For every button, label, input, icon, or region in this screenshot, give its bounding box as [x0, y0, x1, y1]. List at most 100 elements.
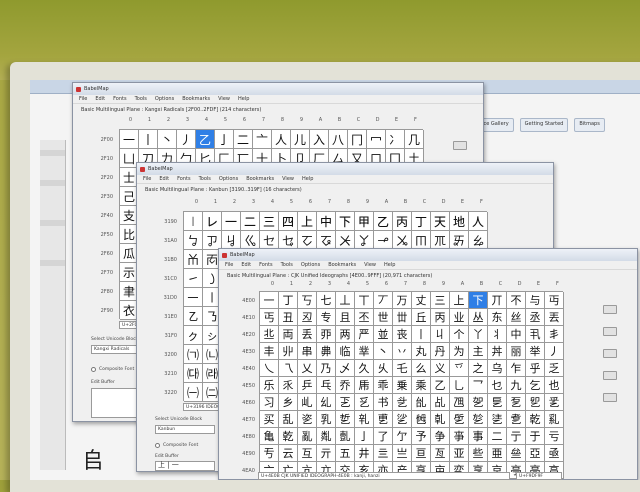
char-cell[interactable]: 丑 — [279, 309, 298, 326]
char-cell[interactable]: ㆙ — [355, 212, 374, 231]
char-cell[interactable]: 乵 — [355, 411, 374, 428]
char-cell[interactable]: 么 — [412, 360, 431, 377]
char-cell[interactable]: 乖 — [374, 377, 393, 394]
char-cell[interactable]: 丶 — [158, 130, 177, 149]
char-cell[interactable]: 丏 — [545, 292, 564, 309]
char-cell[interactable]: 乃 — [317, 360, 336, 377]
char-cell[interactable]: 万 — [393, 292, 412, 309]
unicode-block-select[interactable]: Kanbun — [155, 425, 215, 434]
menu-fonts[interactable]: Fonts — [259, 262, 273, 268]
char-cell[interactable]: 丬 — [488, 326, 507, 343]
char-cell[interactable]: 买 — [260, 411, 279, 428]
char-cell[interactable]: 丫 — [469, 326, 488, 343]
char-cell[interactable]: 乏 — [545, 360, 564, 377]
simple-rendering-checkbox[interactable] — [91, 421, 96, 422]
char-cell[interactable]: 並 — [374, 326, 393, 343]
menu-view[interactable]: View — [218, 96, 230, 102]
char-cell[interactable]: 二 — [234, 130, 253, 149]
char-cell[interactable]: 一 — [260, 292, 279, 309]
char-cell[interactable]: 乥 — [355, 394, 374, 411]
char-cell[interactable]: 丰 — [260, 343, 279, 360]
char-cell[interactable]: 丘 — [412, 309, 431, 326]
char-cell[interactable]: 乙 — [196, 130, 215, 149]
char-cell[interactable]: 些 — [469, 445, 488, 462]
char-cell[interactable]: 乛 — [469, 377, 488, 394]
char-cell[interactable]: 乌 — [488, 360, 507, 377]
char-cell[interactable]: 乜 — [488, 377, 507, 394]
char-cell[interactable]: 丌 — [488, 292, 507, 309]
char-cell[interactable]: 乒 — [298, 377, 317, 394]
char-cell[interactable]: 亚 — [450, 445, 469, 462]
char-cell[interactable]: 乐 — [260, 377, 279, 394]
menu-file[interactable]: File — [225, 262, 233, 268]
char-cell[interactable]: 乽 — [507, 411, 526, 428]
char-cell[interactable]: 上 — [450, 292, 469, 309]
char-cell[interactable]: 了 — [374, 428, 393, 445]
char-cell[interactable]: 乮 — [526, 394, 545, 411]
char-cell[interactable]: 亝 — [507, 445, 526, 462]
babelmap-window-cjk[interactable]: BabelMap File Edit Fonts Tools Options B… — [218, 248, 638, 480]
char-cell[interactable]: 丟 — [545, 309, 564, 326]
edit-buffer-field[interactable]: 上 | 一 — [155, 461, 215, 471]
char-cell[interactable]: 乩 — [431, 394, 450, 411]
char-cell[interactable]: 冫 — [386, 130, 405, 149]
char-cell[interactable]: 亘 — [412, 445, 431, 462]
char-cell[interactable]: 也 — [545, 377, 564, 394]
char-cell[interactable]: 业 — [450, 309, 469, 326]
char-cell[interactable]: 乓 — [317, 377, 336, 394]
char-cell[interactable]: ㆟ — [469, 212, 488, 231]
menu-edit[interactable]: Edit — [95, 96, 105, 102]
char-cell[interactable]: 乗 — [393, 377, 412, 394]
char-cell[interactable]: 东 — [488, 309, 507, 326]
menu-bookmarks[interactable]: Bookmarks — [182, 96, 210, 102]
menu-fonts[interactable]: Fonts — [177, 176, 191, 182]
char-cell[interactable]: 亊 — [450, 428, 469, 445]
page-down-button[interactable] — [603, 349, 617, 358]
char-cell[interactable]: 丮 — [526, 326, 545, 343]
char-cell[interactable]: 丼 — [488, 343, 507, 360]
char-cell[interactable]: 丣 — [317, 326, 336, 343]
char-cell[interactable]: 临 — [336, 343, 355, 360]
char-cell[interactable]: 事 — [469, 428, 488, 445]
char-cell[interactable]: 丵 — [355, 343, 374, 360]
char-cell[interactable]: 乼 — [488, 411, 507, 428]
char-cell[interactable]: 丅 — [355, 292, 374, 309]
char-cell[interactable]: 冂 — [348, 130, 367, 149]
favorite-bitmaps[interactable]: Bitmaps — [574, 118, 605, 132]
char-cell[interactable]: 乲 — [298, 411, 317, 428]
char-cell[interactable]: 乁 — [279, 360, 298, 377]
menu-bookmarks[interactable]: Bookmarks — [328, 262, 356, 268]
char-cell[interactable]: 书 — [374, 394, 393, 411]
char-cell[interactable]: 丸 — [412, 343, 431, 360]
menu-file[interactable]: File — [143, 176, 151, 182]
char-cell[interactable]: ㆞ — [450, 212, 469, 231]
menu-help[interactable]: Help — [384, 262, 395, 268]
char-cell[interactable]: 九 — [507, 377, 526, 394]
char-cell[interactable]: 丿 — [177, 130, 196, 149]
char-cell[interactable]: 亀 — [260, 428, 279, 445]
char-cell[interactable]: 亗 — [393, 445, 412, 462]
char-cell[interactable]: ㈀ — [184, 345, 203, 364]
char-cell[interactable]: 亅 — [355, 428, 374, 445]
char-cell[interactable]: 乱 — [279, 411, 298, 428]
menu-help[interactable]: Help — [238, 96, 249, 102]
char-cell[interactable]: 乄 — [336, 360, 355, 377]
char-cell[interactable]: 乬 — [488, 394, 507, 411]
char-cell[interactable]: 于 — [526, 428, 545, 445]
char-cell[interactable]: 亞 — [526, 445, 545, 462]
char-cell[interactable]: 乳 — [317, 411, 336, 428]
char-cell[interactable]: 丛 — [469, 309, 488, 326]
char-cell[interactable]: 丯 — [545, 326, 564, 343]
char-cell[interactable]: 乕 — [355, 377, 374, 394]
char-cell[interactable]: 乀 — [260, 360, 279, 377]
char-cell[interactable]: 乚 — [450, 377, 469, 394]
char-cell[interactable]: 丩 — [431, 326, 450, 343]
menu-help[interactable]: Help — [302, 176, 313, 182]
char-cell[interactable]: 丱 — [279, 343, 298, 360]
char-cell[interactable]: 丒 — [298, 309, 317, 326]
char-cell[interactable]: 乹 — [431, 411, 450, 428]
char-cell[interactable]: 丈 — [412, 292, 431, 309]
char-cell[interactable]: 乞 — [526, 377, 545, 394]
char-cell[interactable]: 义 — [431, 360, 450, 377]
char-cell[interactable]: ㆔ — [260, 212, 279, 231]
